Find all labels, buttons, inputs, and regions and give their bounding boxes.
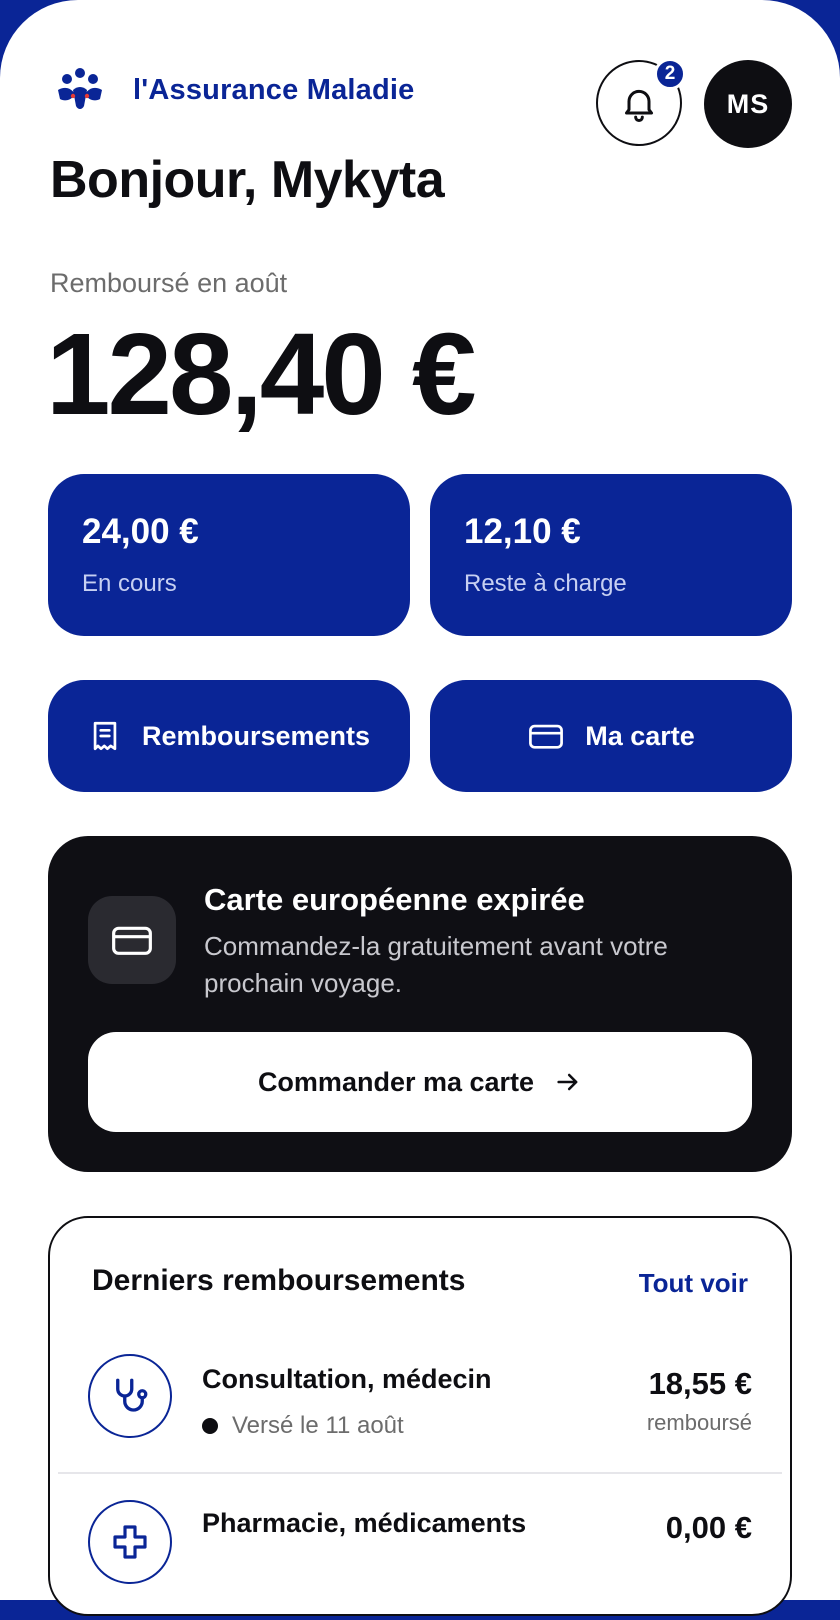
row-status: Versé le 11 août xyxy=(202,1412,404,1440)
recent-title: Derniers remboursements xyxy=(92,1264,466,1297)
order-card-label: Commander ma carte xyxy=(257,1066,535,1097)
stethoscope-icon xyxy=(116,1378,148,1412)
stat-card-out-of-pocket[interactable]: 12,10 € Reste à charge xyxy=(430,474,792,636)
arrow-right-icon xyxy=(557,1073,578,1091)
reimbursed-amount: 128,40 € xyxy=(46,309,477,439)
card-icon xyxy=(529,724,564,749)
promo-title: Carte européenne expirée xyxy=(204,882,585,917)
stat-card-in-progress[interactable]: 24,00 € En cours xyxy=(48,474,410,636)
card-icon xyxy=(112,926,152,955)
reimbursements-button[interactable]: Remboursements xyxy=(48,680,410,792)
assurance-maladie-logo-icon xyxy=(58,68,102,109)
row-amount-label: remboursé xyxy=(646,1410,752,1435)
row-amount: 0,00 € xyxy=(665,1510,752,1545)
row-divider xyxy=(58,1472,782,1474)
avatar[interactable]: MS xyxy=(704,60,792,148)
brand-name: l'Assurance Maladie xyxy=(133,74,415,106)
greeting-title: Bonjour, Mykyta xyxy=(50,151,445,209)
row-title: Consultation, médecin xyxy=(202,1364,492,1394)
status-dot xyxy=(202,1418,218,1434)
receipt-icon xyxy=(93,721,117,751)
reimbursements-label: Remboursements xyxy=(141,720,371,751)
row-amount: 18,55 € xyxy=(648,1366,752,1401)
order-card-button[interactable]: Commander ma carte xyxy=(88,1032,752,1132)
period-label: Remboursé en août xyxy=(50,268,288,298)
stat-value: 12,10 € xyxy=(464,512,581,551)
see-all-link[interactable]: Tout voir xyxy=(639,1268,748,1299)
stat-label: En cours xyxy=(82,570,177,597)
recent-reimbursements-card: Derniers remboursements Tout voir Consul… xyxy=(48,1216,792,1616)
stat-label: Reste à charge xyxy=(464,570,627,597)
my-card-button[interactable]: Ma carte xyxy=(430,680,792,792)
row-title: Pharmacie, médicaments xyxy=(202,1508,527,1538)
promo-text: Commandez-la gratuitement avant votre pr… xyxy=(204,931,668,998)
main-sheet: l'Assurance Maladie 2 MS Bonjour, Mykyta… xyxy=(0,0,840,1616)
reimbursement-row[interactable]: Consultation, médecin Versé le 11 août 1… xyxy=(50,1354,790,1474)
expired-card-banner: Carte européenne expirée Commandez-la gr… xyxy=(48,836,792,1172)
medical-cross-icon xyxy=(113,1525,147,1559)
reimbursement-row[interactable]: Pharmacie, médicaments 0,00 € xyxy=(50,1500,790,1620)
bell-icon xyxy=(625,89,653,122)
row-status-text: Versé le 11 août xyxy=(232,1412,404,1439)
notification-badge: 2 xyxy=(654,58,686,90)
row-icon-box xyxy=(88,1500,172,1584)
row-icon-box xyxy=(88,1354,172,1438)
stat-value: 24,00 € xyxy=(82,512,199,551)
my-card-label: Ma carte xyxy=(585,720,695,751)
promo-icon-box xyxy=(88,896,176,984)
